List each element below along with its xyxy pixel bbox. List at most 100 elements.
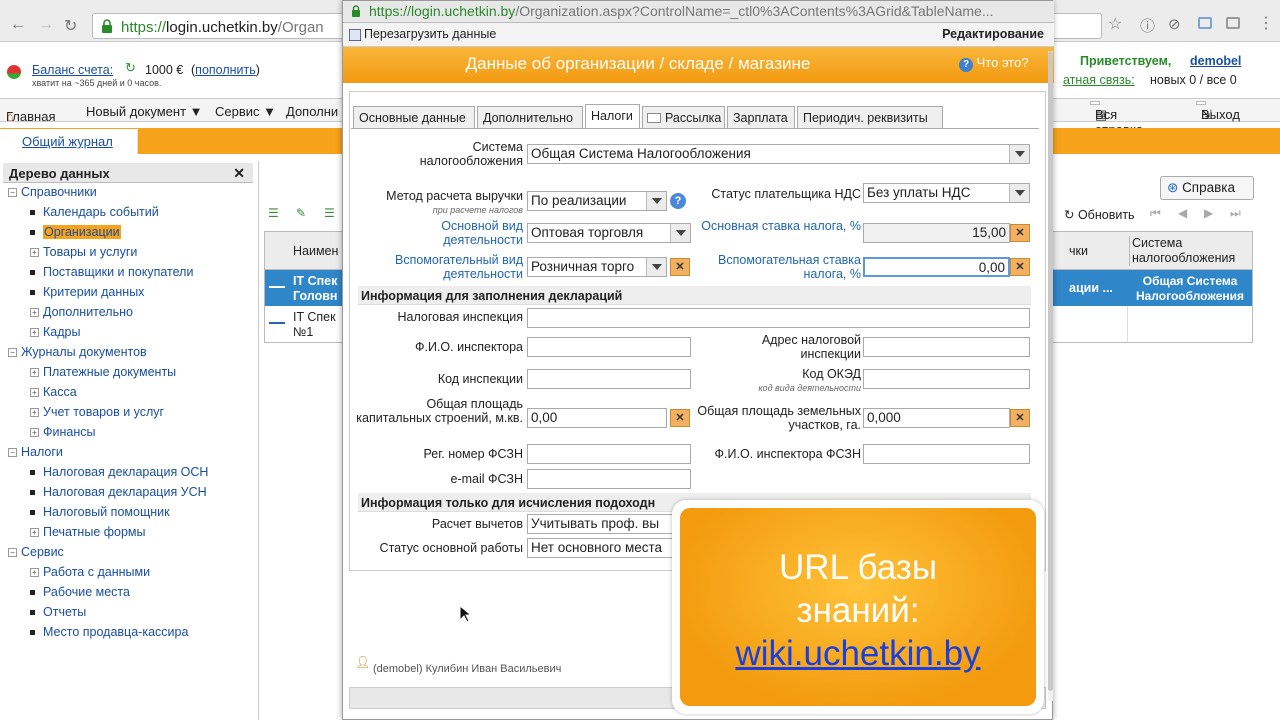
clear-x-icon[interactable]: ✕ bbox=[1010, 224, 1030, 242]
reload-icon[interactable]: ↻ bbox=[64, 16, 77, 36]
tree-item[interactable]: + Кадры bbox=[30, 325, 80, 339]
deduction-select[interactable]: Учитывать проф. вы bbox=[527, 514, 691, 534]
tree-item[interactable]: + Работа с данными bbox=[30, 565, 150, 579]
tree-item[interactable]: − Справочники bbox=[8, 185, 97, 199]
revenue-method-select[interactable]: По реализации bbox=[527, 191, 667, 211]
okved-input[interactable] bbox=[863, 369, 1030, 389]
refresh-balance-icon[interactable]: ↻ bbox=[125, 60, 136, 76]
tree-item[interactable]: Налоговая декларация УСН bbox=[30, 485, 207, 499]
dialog-address-bar[interactable]: https://login.uchetkin.by/Organization.a… bbox=[343, 1, 1054, 23]
clear-x-icon[interactable]: ✕ bbox=[1010, 409, 1030, 427]
tab-periodic[interactable]: Периодич. реквизиты bbox=[797, 106, 943, 128]
scrollbar-thumb[interactable] bbox=[1048, 51, 1053, 691]
expand-icon[interactable]: + bbox=[30, 328, 39, 338]
menu-kebab-icon[interactable]: ⋮ bbox=[1258, 13, 1274, 33]
expand-icon[interactable]: + bbox=[30, 308, 39, 318]
bullet-icon[interactable] bbox=[30, 470, 35, 476]
bullet-icon[interactable] bbox=[30, 490, 35, 496]
bookmark-star-icon[interactable]: ☆ bbox=[1108, 14, 1122, 34]
tree-item[interactable]: + Касса bbox=[30, 385, 77, 399]
land-area-input[interactable]: 0,000 bbox=[863, 408, 1010, 428]
clear-x-icon[interactable]: ✕ bbox=[1010, 258, 1030, 276]
tree-item[interactable]: + Учет товаров и услуг bbox=[30, 405, 164, 419]
menu-service[interactable]: Сервис ▼ bbox=[215, 104, 276, 119]
logout-button[interactable]: ⇲ Выход bbox=[1196, 101, 1240, 122]
tab-additional[interactable]: Дополнительно bbox=[477, 106, 583, 128]
expand-icon[interactable]: + bbox=[30, 408, 39, 418]
bullet-icon[interactable] bbox=[30, 270, 35, 276]
clear-x-icon[interactable]: ✕ bbox=[670, 258, 690, 276]
main-job-select[interactable]: Нет основного места bbox=[527, 538, 691, 558]
cast-icon[interactable] bbox=[1198, 17, 1212, 29]
tree-item[interactable]: + Печатные формы bbox=[30, 525, 146, 539]
window-icon[interactable] bbox=[1226, 17, 1240, 29]
whats-this-link[interactable]: ? Что это? bbox=[959, 55, 1029, 72]
tab-general-journal[interactable]: Общий журнал bbox=[0, 128, 138, 154]
aux-rate-input[interactable]: 0,00 bbox=[863, 257, 1010, 277]
grid-header-tax-system[interactable]: Система налогообложения bbox=[1129, 236, 1249, 266]
vat-status-select[interactable]: Без уплаты НДС bbox=[863, 183, 1030, 203]
capital-area-input[interactable]: 0,00 bbox=[527, 408, 667, 428]
inspector-name-input[interactable] bbox=[527, 337, 691, 357]
edit-row-icon[interactable]: ✎ bbox=[296, 206, 306, 220]
tree-item[interactable]: Календарь событий bbox=[30, 205, 159, 219]
bullet-icon[interactable] bbox=[30, 210, 35, 216]
info-icon[interactable]: ⓘ bbox=[1140, 15, 1155, 36]
help-button[interactable]: ⊛ Справка bbox=[1160, 176, 1254, 200]
topup-link[interactable]: пополнить bbox=[195, 63, 256, 77]
fszn-reg-input[interactable] bbox=[527, 444, 691, 464]
tree-item[interactable]: Организации bbox=[30, 225, 121, 239]
main-rate-input[interactable]: 15,00 bbox=[863, 223, 1010, 243]
next-page-icon[interactable]: ▶ bbox=[1204, 206, 1213, 220]
balance-label[interactable]: Баланс счета: bbox=[32, 63, 113, 77]
banner-url-link[interactable]: wiki.uchetkin.by bbox=[680, 632, 1036, 675]
fszn-email-input[interactable] bbox=[527, 469, 691, 489]
expand-icon[interactable]: + bbox=[30, 528, 39, 538]
feedback-link[interactable]: атная связь: bbox=[1063, 73, 1135, 87]
expand-icon[interactable]: + bbox=[30, 368, 39, 378]
collapse-icon[interactable]: − bbox=[8, 348, 17, 358]
reload-data-button[interactable]: Перезагрузить данные bbox=[364, 27, 496, 41]
scrollbar-track[interactable] bbox=[1048, 51, 1053, 701]
tree-item[interactable]: − Журналы документов bbox=[8, 345, 147, 359]
tab-mailing[interactable]: Рассылка bbox=[642, 106, 725, 128]
fszn-inspector-input[interactable] bbox=[863, 444, 1030, 464]
tree-item[interactable]: Отчеты bbox=[30, 605, 86, 619]
main-activity-select[interactable]: Оптовая торговля bbox=[527, 223, 691, 243]
close-icon[interactable]: ✕ bbox=[233, 165, 245, 182]
tree-item[interactable]: Поставщики и покупатели bbox=[30, 265, 193, 279]
tree-item[interactable]: − Налоги bbox=[8, 445, 63, 459]
last-page-icon[interactable]: ⏭ bbox=[1230, 206, 1241, 221]
tree-item[interactable]: Место продавца-кассира bbox=[30, 625, 188, 639]
tree-item[interactable]: + Финансы bbox=[30, 425, 95, 439]
bullet-icon[interactable] bbox=[30, 630, 35, 636]
tree-item[interactable]: + Дополнительно bbox=[30, 305, 133, 319]
first-page-icon[interactable]: ⏮ bbox=[1150, 206, 1161, 221]
bullet-icon[interactable] bbox=[30, 610, 35, 616]
tree-item[interactable]: Рабочие места bbox=[30, 585, 130, 599]
username-link[interactable]: demobel bbox=[1190, 54, 1241, 68]
copy-row-icon[interactable]: ☰ bbox=[324, 206, 335, 220]
expand-icon[interactable]: + bbox=[30, 428, 39, 438]
tree-item[interactable]: Критерии данных bbox=[30, 285, 144, 299]
grid-header-name[interactable]: Наимен bbox=[293, 244, 338, 258]
prev-page-icon[interactable]: ◀ bbox=[1178, 206, 1187, 220]
menu-new-document[interactable]: Новый документ ▼ bbox=[86, 104, 203, 119]
collapse-icon[interactable]: − bbox=[8, 188, 17, 198]
tab-main-data[interactable]: Основные данные bbox=[353, 106, 475, 128]
all-help-button[interactable]: ▤ Вся справка bbox=[1090, 101, 1143, 137]
refresh-button[interactable]: ↻ Обновить bbox=[1064, 207, 1135, 222]
collapse-icon[interactable]: − bbox=[8, 448, 17, 458]
bullet-icon[interactable] bbox=[30, 290, 35, 296]
expand-icon[interactable]: + bbox=[30, 388, 39, 398]
extension-icon[interactable]: ⊘ bbox=[1168, 15, 1181, 33]
tree-item[interactable]: + Платежные документы bbox=[30, 365, 176, 379]
tree-item[interactable]: Налоговая декларация ОСН bbox=[30, 465, 208, 479]
tree-item[interactable]: Налоговый помощник bbox=[30, 505, 170, 519]
collapse-icon[interactable]: − bbox=[8, 548, 17, 558]
forward-icon[interactable]: → bbox=[38, 16, 54, 34]
tab-taxes[interactable]: Налоги bbox=[585, 104, 640, 128]
tax-office-input[interactable] bbox=[527, 308, 1030, 328]
expand-icon[interactable]: + bbox=[30, 248, 39, 258]
grid-header-col[interactable]: чки bbox=[1069, 244, 1088, 258]
